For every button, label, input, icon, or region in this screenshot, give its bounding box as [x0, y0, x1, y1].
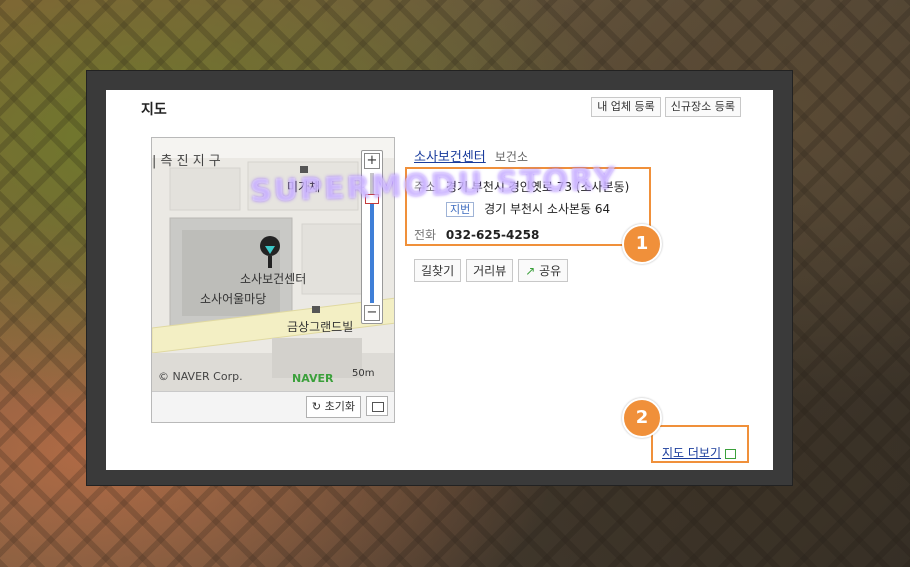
callout-badge-1: 1 [622, 224, 662, 264]
new-window-icon [725, 448, 737, 459]
phone-value: 032-625-4258 [445, 228, 540, 242]
register-business-button[interactable]: 내 업체 등록 [591, 97, 661, 117]
phone-label: 전화 [414, 228, 437, 242]
street-view-button[interactable]: 거리뷰 [466, 259, 514, 282]
map-label-poi: 소사보건센터 [240, 272, 307, 286]
minimap-icon [372, 402, 384, 412]
more-map-link[interactable]: 지도 더보기 [662, 444, 737, 461]
more-map-label: 지도 더보기 [662, 446, 722, 460]
register-new-place-button[interactable]: 신규장소 등록 [664, 97, 741, 117]
map-footer: ↻ 초기화 [152, 391, 394, 422]
place-header: 소사보건센터 보건소 [414, 146, 528, 165]
naver-logo: NAVER [292, 372, 334, 385]
map-label-district: | 측 진 지 구 [152, 154, 221, 169]
jibun-label: 지번 [446, 202, 475, 217]
panel-top-buttons: 내 업체 등록 신규장소 등록 [591, 97, 741, 117]
map-label-villa: 금상그랜드빌 [287, 320, 354, 334]
place-category: 보건소 [494, 150, 528, 164]
directions-button[interactable]: 길찾기 [414, 259, 462, 282]
map-panel: 지도 내 업체 등록 신규장소 등록 | 측 진 지 구 미가채 소사보건센터 … [106, 90, 773, 470]
map-scale: 50m [352, 368, 375, 379]
reset-button[interactable]: ↻ 초기화 [305, 396, 361, 418]
place-actions: 길찾기 거리뷰 ↗ 공유 [414, 259, 569, 282]
zoom-in-button[interactable]: + [364, 153, 380, 169]
callout-badge-2: 2 [622, 398, 662, 438]
share-icon: ↗ [525, 264, 536, 278]
phone-row: 전화 032-625-4258 [414, 226, 539, 243]
zoom-out-button[interactable]: − [364, 305, 380, 321]
panel-title: 지도 [141, 102, 167, 118]
jibun-row: 지번 경기 부천시 소사본동 64 [446, 200, 610, 217]
reset-label: 초기화 [324, 400, 355, 413]
map-copyright: © NAVER Corp. [158, 370, 243, 383]
zoom-level-fill [370, 199, 374, 303]
jibun-value: 경기 부천시 소사본동 64 [484, 202, 611, 216]
minimap-toggle-button[interactable] [366, 396, 388, 416]
map-label-plaza: 소사어울마당 [200, 292, 267, 306]
share-button[interactable]: ↗ 공유 [518, 259, 569, 282]
refresh-icon: ↻ [311, 400, 322, 413]
place-name-link[interactable]: 소사보건센터 [414, 150, 486, 165]
share-label: 공유 [539, 264, 562, 278]
